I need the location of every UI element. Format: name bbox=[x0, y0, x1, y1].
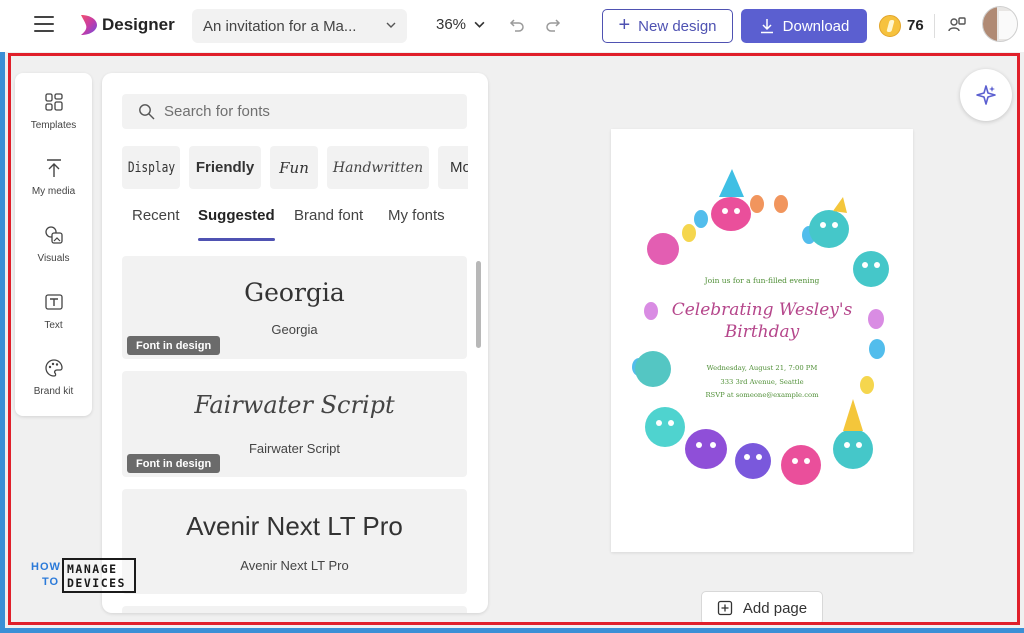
document-title: An invitation for a Ma... bbox=[203, 17, 357, 35]
chip-fun[interactable]: Fun bbox=[270, 146, 318, 189]
tab-suggested[interactable]: Suggested bbox=[198, 207, 275, 241]
invite-title-line1: Celebrating Wesley's bbox=[671, 300, 853, 320]
designer-ai-button[interactable] bbox=[960, 69, 1012, 121]
designer-logo-icon bbox=[81, 15, 97, 35]
font-card-georgia[interactable]: Georgia Georgia Font in design bbox=[122, 256, 467, 359]
chip-label: Fun bbox=[279, 158, 309, 177]
watermark-to: TO bbox=[42, 576, 60, 588]
chevron-down-icon bbox=[386, 22, 396, 28]
rail-label-text: Text bbox=[44, 320, 63, 331]
document-title-dropdown[interactable]: An invitation for a Ma... bbox=[192, 9, 407, 43]
new-design-label: New design bbox=[638, 17, 717, 35]
font-card-avenir-next-lt-pro[interactable]: Avenir Next LT Pro Avenir Next LT Pro bbox=[122, 489, 467, 594]
zoom-level: 36% bbox=[436, 16, 467, 33]
watermark-devices: DEVICES bbox=[67, 576, 126, 590]
credits-coin-icon[interactable] bbox=[879, 15, 901, 37]
top-bar: Designer An invitation for a Ma... 36% +… bbox=[0, 0, 1024, 52]
download-label: Download bbox=[782, 17, 850, 35]
download-button[interactable]: Download bbox=[741, 9, 867, 43]
font-in-design-badge: Font in design bbox=[127, 454, 221, 473]
watermark-how-to: HOW TO bbox=[31, 561, 61, 588]
invite-address: 333 3rd Avenue, Seattle bbox=[720, 378, 804, 386]
search-icon bbox=[139, 104, 155, 120]
font-category-chips: Display Friendly Fun Handwritten Mo bbox=[122, 146, 468, 189]
chip-label: Mo bbox=[450, 159, 468, 176]
avatar[interactable] bbox=[982, 6, 1018, 42]
invite-intro: Join us for a fun-filled evening bbox=[704, 276, 820, 285]
menu-icon[interactable] bbox=[34, 16, 54, 34]
add-page-icon bbox=[717, 600, 733, 616]
rail-item-templates[interactable]: Templates bbox=[15, 91, 92, 131]
chip-label: Display bbox=[127, 159, 175, 176]
design-page[interactable]: Join us for a fun-filled evening Celebra… bbox=[611, 129, 913, 552]
tab-my-fonts[interactable]: My fonts bbox=[388, 207, 445, 224]
chip-friendly[interactable]: Friendly bbox=[189, 146, 261, 189]
nav-rail: Templates My media Visuals Text Brand ki… bbox=[15, 73, 92, 416]
palette-icon bbox=[44, 359, 63, 377]
font-card-fairwater-script[interactable]: Fairwater Script Fairwater Script Font i… bbox=[122, 371, 467, 477]
font-search-input[interactable] bbox=[164, 103, 444, 120]
font-name: Georgia bbox=[271, 322, 318, 337]
font-preview: Georgia bbox=[244, 278, 345, 307]
font-card-next[interactable] bbox=[122, 606, 467, 613]
upload-icon bbox=[46, 159, 61, 177]
new-design-button[interactable]: + New design bbox=[602, 9, 733, 43]
watermark-manage: MANAGE bbox=[67, 562, 118, 576]
font-preview: Fairwater Script bbox=[194, 391, 395, 419]
rail-label-visuals: Visuals bbox=[37, 253, 70, 264]
chevron-down-icon bbox=[474, 21, 485, 28]
invite-title: Celebrating Wesley's Birthday bbox=[611, 299, 913, 343]
tab-recent[interactable]: Recent bbox=[132, 207, 180, 224]
font-preview: Avenir Next LT Pro bbox=[186, 511, 403, 541]
templates-icon bbox=[44, 93, 63, 111]
add-page-label: Add page bbox=[742, 599, 808, 617]
chip-display[interactable]: Display bbox=[122, 146, 180, 189]
font-name: Avenir Next LT Pro bbox=[240, 558, 349, 573]
invite-rsvp: RSVP at someone@example.com bbox=[705, 391, 819, 399]
text-icon bbox=[44, 294, 63, 310]
share-people-icon[interactable] bbox=[947, 15, 967, 35]
sparkle-icon bbox=[976, 85, 996, 105]
watermark-how: HOW bbox=[31, 561, 61, 573]
invite-title-line2: Birthday bbox=[724, 322, 800, 342]
panel-scrollbar[interactable] bbox=[476, 261, 481, 348]
tab-brand-font[interactable]: Brand font bbox=[294, 207, 363, 224]
add-page-button[interactable]: Add page bbox=[701, 591, 823, 625]
rail-label-brand-kit: Brand kit bbox=[33, 386, 74, 397]
app-name: Designer bbox=[102, 15, 175, 34]
invite-date: Wednesday, August 21, 7:00 PM bbox=[706, 364, 818, 372]
divider bbox=[934, 14, 935, 38]
download-icon bbox=[760, 19, 773, 34]
rail-item-my-media[interactable]: My media bbox=[15, 157, 92, 197]
plus-icon: + bbox=[618, 14, 631, 36]
rail-label-templates: Templates bbox=[30, 120, 77, 131]
visuals-icon bbox=[44, 226, 63, 244]
chip-handwritten[interactable]: Handwritten bbox=[327, 146, 429, 189]
credits-count: 76 bbox=[907, 17, 924, 34]
chip-label: Handwritten bbox=[332, 159, 424, 176]
chip-more[interactable]: Mo bbox=[438, 146, 468, 189]
rail-item-brand-kit[interactable]: Brand kit bbox=[15, 357, 92, 397]
chip-label: Friendly bbox=[195, 159, 255, 176]
font-search-box[interactable] bbox=[122, 94, 467, 129]
rail-item-text[interactable]: Text bbox=[15, 291, 92, 331]
font-in-design-badge: Font in design bbox=[127, 336, 221, 355]
watermark-logo: MANAGE DEVICES bbox=[62, 558, 136, 593]
fonts-panel: Display Friendly Fun Handwritten Mo Rece… bbox=[102, 73, 488, 613]
zoom-dropdown[interactable]: 36% bbox=[436, 16, 485, 33]
undo-icon[interactable] bbox=[506, 15, 526, 35]
redo-icon[interactable] bbox=[544, 15, 564, 35]
rail-item-visuals[interactable]: Visuals bbox=[15, 224, 92, 264]
rail-label-my-media: My media bbox=[31, 186, 76, 197]
